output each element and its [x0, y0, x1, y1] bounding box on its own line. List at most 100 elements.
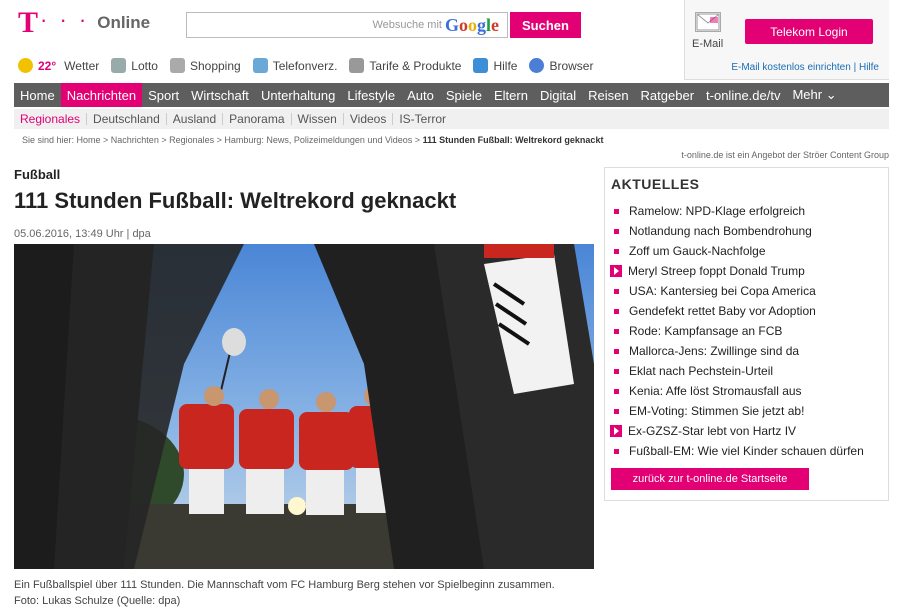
telekom-login-button[interactable]: Telekom Login [745, 19, 873, 44]
phone-icon [252, 58, 268, 73]
help-icon [473, 58, 489, 73]
breadcrumb-current: 111 Stunden Fußball: Weltrekord geknackt [422, 135, 604, 145]
mail-label[interactable]: E-Mail [692, 38, 723, 50]
quicklink-lotto[interactable]: Lotto [111, 58, 158, 73]
bullet-icon [614, 248, 619, 254]
bullet-icon [614, 388, 619, 394]
nav-item-nachrichten[interactable]: Nachrichten [60, 83, 143, 107]
nav-item-t-online-de-tv[interactable]: t-online.de/tv [700, 83, 786, 107]
news-item[interactable]: Mallorca-Jens: Zwillinge sind da [610, 341, 883, 361]
news-item-label: Zoff um Gauck-Nachfolge [629, 244, 766, 258]
quicklink-label: Wetter [64, 58, 100, 73]
subnav-item-videos[interactable]: Videos [344, 113, 394, 125]
nav-item-digital[interactable]: Digital [534, 83, 582, 107]
subnav-item-regionales[interactable]: Regionales [14, 113, 88, 125]
nav-item-spiele[interactable]: Spiele [440, 83, 488, 107]
google-letter: e [491, 14, 499, 35]
breadcrumb-path[interactable]: Home > Nachrichten > Regionales > Hambur… [77, 135, 423, 145]
article-byline: 05.06.2016, 13:49 Uhr | dpa [14, 228, 151, 240]
photo-caption: Ein Fußballspiel über 111 Stunden. Die M… [14, 577, 555, 609]
nav-item-reisen[interactable]: Reisen [582, 83, 634, 107]
news-item[interactable]: USA: Kantersieg bei Copa America [610, 281, 883, 301]
t-online-logo[interactable]: T · · · Online [18, 6, 150, 39]
news-item[interactable]: EM-Voting: Stimmen Sie jetzt ab! [610, 401, 883, 421]
nav-item-auto[interactable]: Auto [401, 83, 440, 107]
news-item[interactable]: Eklat nach Pechstein-Urteil [610, 361, 883, 381]
quicklink-browser[interactable]: Browser [529, 58, 593, 73]
article-headline: 111 Stunden Fußball: Weltrekord geknackt [14, 188, 457, 213]
lotto-icon [111, 58, 127, 73]
quicklink-label: Hilfe [493, 58, 518, 73]
sub-navigation: Regionales Deutschland Ausland Panorama Wiss… [14, 109, 889, 129]
news-item[interactable]: Fußball-EM: Wie viel Kinder schauen dürf… [610, 441, 883, 461]
temperature: 22° [38, 58, 57, 73]
news-item-label: Ex-GZSZ-Star lebt von Hartz IV [628, 424, 797, 438]
mail-icon[interactable] [695, 12, 721, 32]
bullet-icon [614, 288, 619, 294]
news-item[interactable]: Notlandung nach Bombendrohung [610, 221, 883, 241]
cart-icon [169, 58, 185, 73]
quicklink-hilfe[interactable]: Hilfe [473, 58, 517, 73]
article-photo[interactable] [14, 244, 594, 569]
bullet-icon [614, 208, 619, 214]
news-item[interactable]: Zoff um Gauck-Nachfolge [610, 241, 883, 261]
car-icon [349, 58, 365, 73]
bullet-icon [614, 368, 619, 374]
quicklink-label: Telefonverz. [272, 58, 338, 73]
news-item[interactable]: Meryl Streep foppt Donald Trump [610, 261, 883, 281]
news-item[interactable]: Rode: Kampfansage an FCB [610, 321, 883, 341]
caption-text: Ein Fußballspiel über 111 Stunden. Die M… [14, 579, 555, 591]
help-link[interactable]: Hilfe [859, 62, 879, 73]
quicklinks-bar: 22° Wetter Lotto Shopping Telefonverz. Tarife… [18, 58, 605, 73]
news-item-label: Mallorca-Jens: Zwillinge sind da [629, 344, 800, 358]
news-item[interactable]: Ramelow: NPD-Klage erfolgreich [610, 201, 883, 221]
provider-note[interactable]: t-online.de ist ein Angebot der Ströer C… [681, 150, 889, 160]
nav-item-ratgeber[interactable]: Ratgeber [635, 83, 700, 107]
weather-icon [18, 58, 33, 73]
search-button[interactable]: Suchen [510, 12, 581, 38]
aktuelles-box: AKTUELLES Ramelow: NPD-Klage erfolgreich… [604, 167, 889, 501]
nav-item-mehr[interactable]: Mehr ⌄ [786, 83, 842, 107]
video-play-icon [610, 425, 622, 437]
news-item-label: Rode: Kampfansage an FCB [629, 324, 783, 338]
nav-item-home[interactable]: Home [14, 83, 61, 107]
google-letter: G [444, 14, 459, 35]
login-box: E-Mail Telekom Login E-Mail kostenlos ei… [684, 0, 889, 80]
article-kicker: Fußball [14, 167, 61, 182]
aktuelles-list: Ramelow: NPD-Klage erfolgreich Notlandung… [610, 201, 883, 461]
subnav-item-wissen[interactable]: Wissen [292, 113, 344, 125]
nav-item-sport[interactable]: Sport [142, 83, 185, 107]
browser-icon [529, 58, 545, 73]
login-links: E-Mail kostenlos einrichten | Hilfe [731, 62, 879, 73]
subnav-item-deutschland[interactable]: Deutschland [87, 113, 167, 125]
quicklink-tarife-produkte[interactable]: Tarife & Produkte [349, 58, 461, 73]
quicklink-telefonverz[interactable]: Telefonverz. [252, 58, 338, 73]
google-letter: o [467, 14, 477, 35]
subnav-item-panorama[interactable]: Panorama [223, 113, 292, 125]
subnav-item-ausland[interactable]: Ausland [167, 113, 224, 125]
logo-t: T [18, 6, 39, 39]
quicklink-wetter[interactable]: 22° Wetter [18, 58, 99, 73]
bullet-icon [614, 408, 619, 414]
news-item-label: Notlandung nach Bombendrohung [629, 224, 812, 238]
search-input[interactable]: Websuche mit Google [186, 12, 508, 38]
nav-item-lifestyle[interactable]: Lifestyle [341, 83, 401, 107]
news-item-label: Eklat nach Pechstein-Urteil [629, 364, 774, 378]
nav-item-unterhaltung[interactable]: Unterhaltung [255, 83, 341, 107]
news-item-label: Ramelow: NPD-Klage erfolgreich [629, 204, 806, 218]
news-item[interactable]: Kenia: Affe löst Stromausfall aus [610, 381, 883, 401]
quicklink-shopping[interactable]: Shopping [169, 58, 241, 73]
news-item[interactable]: Gendefekt rettet Baby vor Adoption [610, 301, 883, 321]
quicklink-label: Tarife & Produkte [369, 58, 462, 73]
nav-item-eltern[interactable]: Eltern [488, 83, 534, 107]
news-item-label: Fußball-EM: Wie viel Kinder schauen dürf… [629, 444, 864, 458]
news-item[interactable]: Ex-GZSZ-Star lebt von Hartz IV [610, 421, 883, 441]
bullet-icon [614, 348, 619, 354]
email-setup-link[interactable]: E-Mail kostenlos einrichten [731, 62, 851, 73]
news-item-label: Meryl Streep foppt Donald Trump [628, 264, 805, 278]
nav-item-wirtschaft[interactable]: Wirtschaft [185, 83, 255, 107]
back-to-home-button[interactable]: zurück zur t-online.de Startseite [611, 468, 809, 490]
photo-credit: Foto: Lukas Schulze (Quelle: dpa) [14, 595, 181, 607]
bullet-icon [614, 328, 619, 334]
subnav-item-is-terror[interactable]: IS-Terror [393, 113, 452, 125]
